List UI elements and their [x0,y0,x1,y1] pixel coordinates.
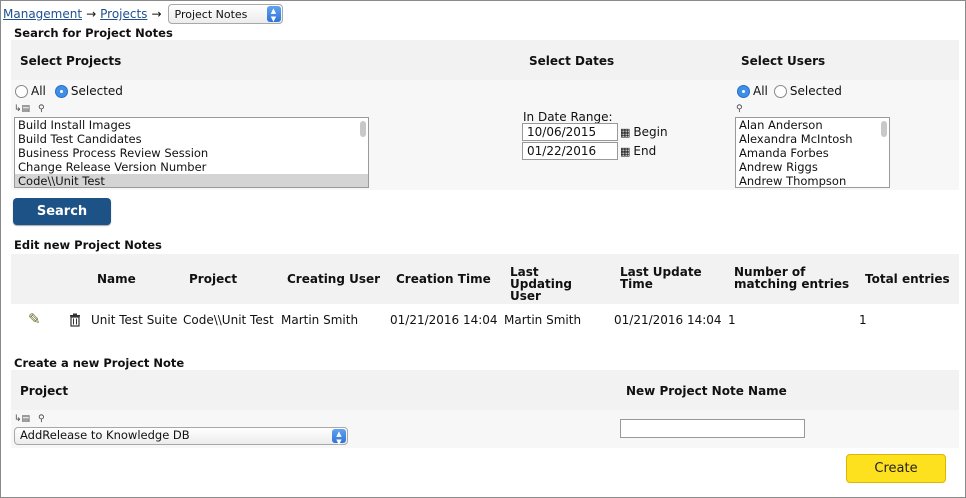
create-project-select[interactable]: AddRelease to Knowledge DB ▲ ▼ [14,427,348,446]
magnifier-icon[interactable]: ⚲ [38,414,45,424]
calendar-icon[interactable]: ▦ [620,145,630,158]
page-select-dropdown[interactable]: Project Notes ▲ ▼ [167,4,283,24]
list-item[interactable]: Alexandra McIntosh [736,132,889,146]
create-project-select-value: AddRelease to Knowledge DB [20,428,190,442]
row-project: Code\\Unit Test [183,313,274,327]
edit-section-title: Edit new Project Notes [14,238,162,252]
breadcrumb-projects-link[interactable]: Projects [100,7,147,21]
end-label: End [633,144,657,158]
select-arrows-icon: ▲ ▼ [332,429,346,446]
col-last-updating-user-header: Last Updating User [510,265,573,303]
projects-selected-radio[interactable] [54,84,68,98]
users-all-radio[interactable] [737,84,750,98]
calendar-icon[interactable]: ▦ [620,126,630,139]
row-total-entries: 1 [859,313,867,327]
select-projects-label: Select Projects [20,54,122,68]
breadcrumb-separator: → [151,7,162,21]
begin-date-input[interactable]: 10/06/2015 [522,123,618,141]
magnifier-icon[interactable]: ⚲ [736,104,743,114]
col-total-entries-header: Total entries [865,272,950,286]
col-project-header: Project [189,272,238,286]
new-note-name-label: New Project Note Name [626,384,787,398]
create-project-label: Project [20,384,69,398]
trash-icon[interactable] [68,313,82,327]
users-listbox[interactable]: Alan Anderson Alexandra McIntosh Amanda … [735,117,890,188]
new-note-name-input[interactable] [620,419,805,438]
select-arrows-icon: ▲ ▼ [266,6,281,23]
select-users-label: Select Users [741,54,826,68]
list-item[interactable]: Amanda Forbes [736,146,889,160]
col-creating-user-header: Creating User [287,272,381,286]
projects-tools: ↳▤ ⚲ [14,104,45,114]
list-item[interactable]: Build Install Images [15,118,368,132]
users-selected-label: Selected [789,84,842,98]
col-last-update-time-header: Last Update Time [620,265,702,291]
list-item[interactable]: Change Release Version Number [15,160,368,174]
row-creation-time: 01/21/2016 14:04 [390,313,498,327]
end-date-control: ▦ End [620,144,656,158]
projects-radio-group: All Selected [15,84,123,98]
projects-scrollbar[interactable] [360,121,366,137]
page-select-value: Project Notes [174,8,248,21]
search-button[interactable]: Search [13,198,111,225]
list-item-selected[interactable]: Code\\Unit Test [15,174,368,187]
projects-all-radio[interactable] [15,84,28,98]
select-dates-label: Select Dates [529,54,615,68]
list-item[interactable]: Build Test Candidates [15,132,368,146]
row-creating-user: Martin Smith [281,313,359,327]
users-radio-group: All Selected [737,84,842,98]
row-name[interactable]: Unit Test Suite [91,313,177,327]
users-selected-radio[interactable] [773,84,787,98]
create-button[interactable]: Create [846,454,946,483]
projects-all-label: All [31,84,46,98]
col-creation-time-header: Creation Time [396,272,491,286]
end-date-input[interactable]: 01/22/2016 [522,142,618,160]
tree-select-icon[interactable]: ↳▤ [14,104,30,114]
breadcrumb: Management → Projects → Project Notes ▲ ▼ [3,4,283,24]
row-last-update-time: 01/21/2016 14:04 [614,313,722,327]
create-header-band [11,370,959,410]
begin-date-control: ▦ Begin [620,125,668,139]
projects-selected-label: Selected [70,84,123,98]
list-item[interactable]: Business Process Review Session [15,146,368,160]
breadcrumb-separator: → [86,7,97,21]
search-section-title: Search for Project Notes [14,26,173,40]
col-matching-entries-header: Number of matching entries [734,265,850,291]
projects-listbox[interactable]: Build Install Images Build Test Candidat… [14,117,369,188]
row-matching-entries: 1 [728,313,736,327]
edit-pencil-icon[interactable]: ✎ [28,310,41,328]
create-section-title: Create a new Project Note [14,356,185,370]
row-last-updating-user: Martin Smith [504,313,582,327]
create-project-tools: ↳▤ ⚲ [14,414,45,424]
users-scrollbar[interactable] [881,121,887,137]
list-item[interactable]: Andrew Riggs [736,160,889,174]
list-item[interactable]: Andrew Thompson [736,174,889,187]
list-item[interactable]: Alan Anderson [736,118,889,132]
breadcrumb-management-link[interactable]: Management [3,7,82,21]
col-name-header: Name [97,272,136,286]
magnifier-icon[interactable]: ⚲ [38,104,45,114]
tree-select-icon[interactable]: ↳▤ [14,414,30,424]
users-all-label: All [753,84,768,98]
begin-label: Begin [633,125,668,139]
date-range-label: In Date Range: [523,110,613,124]
